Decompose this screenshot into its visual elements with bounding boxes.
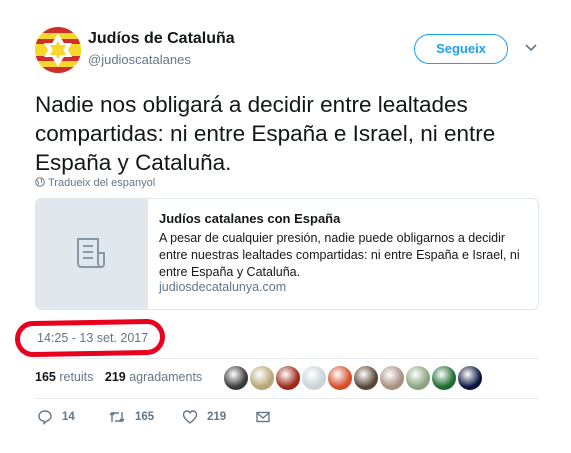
card-thumbnail bbox=[36, 199, 148, 309]
account-avatar[interactable] bbox=[35, 27, 81, 73]
divider-top bbox=[35, 358, 539, 359]
retweets-count: 165 bbox=[35, 370, 56, 384]
translate-label: Tradueix del espanyol bbox=[48, 177, 156, 189]
reply-icon bbox=[38, 410, 52, 425]
divider-bottom bbox=[35, 398, 539, 399]
likes-count: 219 bbox=[104, 370, 126, 384]
liker-avatar[interactable] bbox=[327, 365, 353, 391]
liker-avatar[interactable] bbox=[223, 365, 249, 391]
liker-avatar[interactable] bbox=[301, 365, 327, 391]
liker-avatar[interactable] bbox=[457, 365, 483, 391]
liker-avatar[interactable] bbox=[431, 365, 457, 391]
like-button[interactable]: 219 bbox=[182, 409, 226, 425]
likes-label: agradaments bbox=[129, 370, 203, 384]
document-icon bbox=[77, 238, 105, 268]
card-title: Judíos catalanes con España bbox=[159, 211, 341, 226]
card-domain: judiosdecatalunya.com bbox=[159, 280, 287, 294]
message-button[interactable] bbox=[255, 409, 280, 425]
retweets-label: retuits bbox=[59, 370, 94, 384]
tweet-actions: 14 165 219 bbox=[35, 409, 539, 431]
follow-button[interactable]: Segueix bbox=[414, 34, 508, 64]
liker-avatar[interactable] bbox=[405, 365, 431, 391]
retweet-button[interactable]: 165 bbox=[108, 409, 154, 425]
link-card[interactable]: Judíos catalanes con España A pesar de c… bbox=[35, 198, 539, 310]
account-handle[interactable]: @judioscatalanes bbox=[88, 52, 191, 67]
like-count: 219 bbox=[207, 411, 227, 423]
reply-count: 14 bbox=[62, 411, 75, 423]
heart-icon bbox=[182, 410, 198, 424]
star-of-david-logo bbox=[35, 27, 81, 73]
liker-avatar[interactable] bbox=[353, 365, 379, 391]
chevron-down-icon[interactable] bbox=[524, 43, 538, 53]
liker-avatar[interactable] bbox=[379, 365, 405, 391]
liker-avatar[interactable] bbox=[275, 365, 301, 391]
card-description: A pesar de cualquier presión, nadie pued… bbox=[159, 231, 520, 279]
top-edge bbox=[0, 0, 571, 8]
liker-avatar[interactable] bbox=[249, 365, 275, 391]
retweets-stat[interactable]: 165 retuits bbox=[35, 370, 93, 384]
globe-icon bbox=[35, 177, 45, 187]
red-annotation-circle bbox=[14, 318, 166, 358]
envelope-icon bbox=[256, 411, 270, 423]
engagement-stats: 165 retuits 219 agradaments bbox=[35, 370, 210, 384]
account-name[interactable]: Judíos de Cataluña bbox=[88, 30, 235, 48]
reply-button[interactable]: 14 bbox=[37, 409, 75, 425]
likes-stat[interactable]: 219 agradaments bbox=[105, 370, 202, 384]
translate-link[interactable]: Tradueix del espanyol bbox=[35, 177, 155, 189]
retweet-count: 165 bbox=[135, 411, 155, 423]
tweet-text: Nadie nos obligará a decidir entre lealt… bbox=[35, 92, 496, 175]
retweet-icon bbox=[109, 411, 125, 423]
